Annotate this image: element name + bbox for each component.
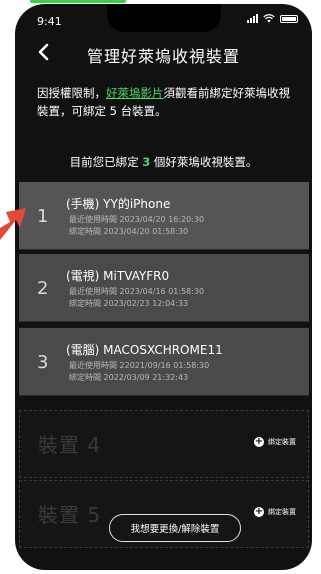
signal-icon [247,14,258,23]
phone-screen: 9:41 管理好萊塢收視裝置 因授權限制，好萊塢影片須觀看前綁定好萊塢收視裝置，… [15,4,312,570]
status-time: 9:41 [37,15,62,28]
device-bound-time: 綁定時間 2022/03/09 21:32:43 [69,373,189,382]
battery-icon [280,14,298,23]
bound-device-summary: 目前您已綁定 3 個好萊塢收視裝置。 [15,154,312,170]
page-title: 管理好萊塢收視裝置 [86,47,240,66]
phone-notch [107,4,221,32]
notice-prefix: 因授權限制， [37,86,106,100]
slot-label: 裝置 4 [38,433,102,457]
device-name: (電視) MiTVAYFR0 [66,269,170,283]
manage-devices-button[interactable]: 我想要更換/解除裝置 [109,514,241,542]
device-index: 2 [37,278,49,299]
bind-device-label: 綁定裝置 [268,508,296,516]
device-row[interactable]: 2 (電視) MiTVAYFR0 最近使用時間 2023/04/16 01:58… [19,254,309,322]
bind-device-label: 綁定裝置 [268,438,296,446]
device-name: (手機) YY的iPhone [66,197,171,211]
plus-icon: + [254,436,264,447]
slot-label: 裝置 5 [38,503,102,527]
arrow-icon [0,208,26,240]
device-bound-time: 綁定時間 2023/02/23 12:04:33 [69,299,189,308]
hollywood-movies-link[interactable]: 好萊塢影片 [106,86,164,100]
empty-device-slot: 裝置 4 + 綁定裝置 [19,410,309,478]
bind-device-button[interactable]: + 綁定裝置 [254,437,296,447]
device-bound-time: 綁定時間 2023/04/20 01:58:30 [69,227,189,236]
summary-prefix: 目前您已綁定 [69,155,143,169]
device-last-used: 最近使用時間 2023/04/20 16:20:30 [69,215,205,224]
status-icons [247,14,298,23]
bind-device-button[interactable]: + 綁定裝置 [254,507,296,517]
device-last-used: 最近使用時間 22021/09/16 01:58:30 [69,361,210,370]
device-row[interactable]: 3 (電腦) MACOSXCHROME11 最近使用時間 22021/09/16… [19,328,309,396]
summary-suffix: 個好萊塢收視裝置。 [150,155,258,169]
authorization-notice: 因授權限制，好萊塢影片須觀看前綁定好萊塢收視裝置，可綁定 5 台裝置。 [37,84,297,120]
device-last-used: 最近使用時間 2023/04/16 01:58:30 [69,287,205,296]
wifi-icon [263,14,275,23]
top-edge-highlight [30,0,126,3]
plus-icon: + [254,506,264,517]
device-index: 3 [37,352,49,373]
device-index: 1 [37,206,49,227]
device-row[interactable]: 1 (手機) YY的iPhone 最近使用時間 2023/04/20 16:20… [19,182,309,250]
device-name: (電腦) MACOSXCHROME11 [66,343,223,357]
